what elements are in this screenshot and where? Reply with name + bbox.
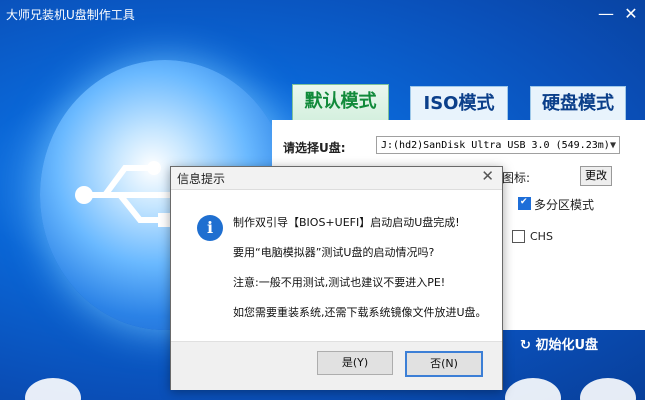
usb-disk-value: J:(hd2)SanDisk Ultra USB 3.0 (549.23m) [381, 140, 610, 151]
close-button[interactable]: ✕ [619, 3, 643, 25]
select-usb-label: 请选择U盘: [283, 141, 346, 155]
dialog-message-line: 要用“电脑模拟器”测试U盘的启动情况吗? [233, 246, 435, 259]
init-usb-label: 初始化U盘 [535, 338, 598, 353]
bottom-shortcut-icon[interactable] [25, 378, 81, 400]
chs-checkbox[interactable] [512, 230, 525, 243]
bottom-shortcut-icon[interactable] [505, 378, 561, 400]
change-icon-button[interactable]: 更改 [580, 166, 612, 186]
multipartition-checkbox[interactable] [518, 197, 531, 210]
tab-default-mode[interactable]: 默认模式 [292, 84, 389, 121]
icon-label: 图标: [502, 171, 531, 185]
app-window: 大师兄装机U盘制作工具 — ✕ 默认模式 ISO模式 硬盘模式 请选择U盘: J… [0, 0, 645, 400]
tab-hdd-mode[interactable]: 硬盘模式 [530, 86, 626, 121]
multipartition-label: 多分区模式 [534, 198, 595, 212]
title-bar: 大师兄装机U盘制作工具 — ✕ [0, 0, 645, 28]
tab-iso-mode[interactable]: ISO模式 [410, 86, 508, 121]
chevron-down-icon: ▼ [609, 140, 616, 151]
yes-button[interactable]: 是(Y) [317, 351, 393, 375]
dialog-message-line: 如您需要重装系统,还需下载系统镜像文件放进U盘。 [233, 306, 487, 319]
dialog-title-bar: 信息提示 ✕ [171, 167, 502, 190]
window-title: 大师兄装机U盘制作工具 [6, 8, 135, 22]
usb-disk-select[interactable]: J:(hd2)SanDisk Ultra USB 3.0 (549.23m) ▼ [376, 136, 620, 154]
bottom-shortcut-icon[interactable] [580, 378, 636, 400]
init-usb-button[interactable]: ↻ 初始化U盘 [520, 334, 598, 353]
refresh-icon: ↻ [520, 338, 531, 353]
dialog-close-button[interactable]: ✕ [481, 167, 494, 185]
info-icon: i [197, 215, 223, 241]
info-dialog: 信息提示 ✕ i 制作双引导【BIOS+UEFI】启动启动U盘完成! 要用“电脑… [170, 166, 503, 390]
dialog-title: 信息提示 [177, 172, 226, 186]
chs-label: CHS [530, 230, 553, 243]
no-button[interactable]: 否(N) [405, 351, 483, 377]
minimize-button[interactable]: — [594, 3, 618, 25]
dialog-message-line: 制作双引导【BIOS+UEFI】启动启动U盘完成! [233, 216, 460, 229]
dialog-message-line: 注意:一般不用测试,测试也建议不要进入PE! [233, 276, 446, 289]
